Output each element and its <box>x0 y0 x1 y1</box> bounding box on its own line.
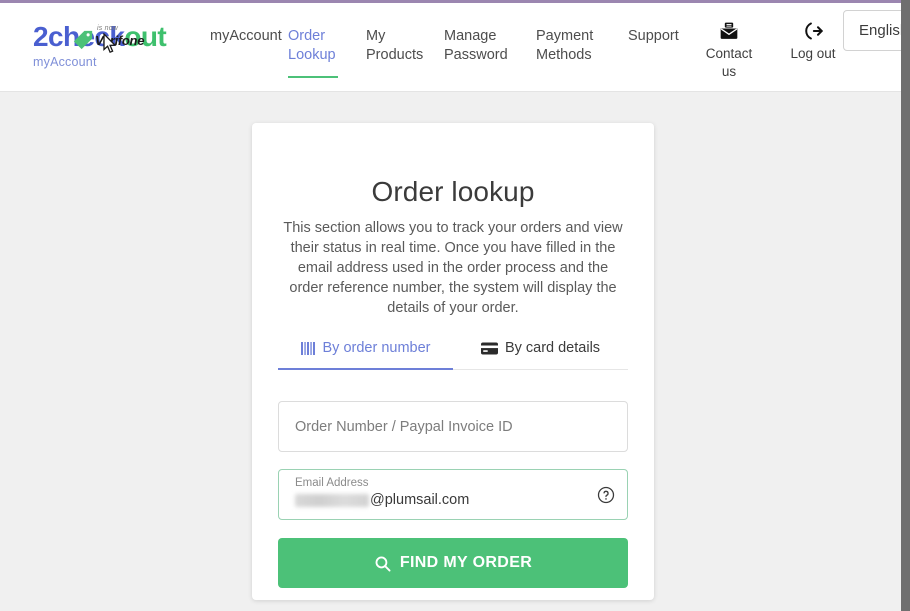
page-body: Order lookup This section allows you to … <box>0 92 901 611</box>
mail-envelope-icon <box>702 20 756 42</box>
find-my-order-button[interactable]: FIND MY ORDER <box>278 538 628 588</box>
language-select-value: English <box>859 22 901 39</box>
find-my-order-label: FIND MY ORDER <box>399 554 533 571</box>
tab-by-card-details[interactable]: By card details <box>453 340 628 369</box>
order-number-placeholder: Order Number / Paypal Invoice ID <box>295 418 513 435</box>
email-input-label: Email Address <box>295 477 369 489</box>
nav-label: Manage Password <box>444 28 508 63</box>
email-input-value: @plumsail.com <box>370 492 470 508</box>
verifone-brand-text: Verifone <box>95 33 145 48</box>
site-header: 2checkout myAccount is now Verifone myAc… <box>0 3 901 92</box>
logout-label: Log out <box>790 46 836 61</box>
logout-action[interactable]: Log out <box>786 20 840 81</box>
main-navigation: myAccount Order Lookup My Products Manag… <box>196 27 692 78</box>
nav-item-my-products[interactable]: My Products <box>352 27 430 65</box>
nav-label: myAccount <box>210 28 282 44</box>
nav-label: Payment Methods <box>536 28 594 63</box>
order-number-input[interactable]: Order Number / Paypal Invoice ID <box>278 401 628 452</box>
tab-by-order-number[interactable]: By order number <box>278 340 453 370</box>
price-tag-icon <box>73 30 93 50</box>
nav-label: Order Lookup <box>288 28 336 63</box>
window-right-edge <box>901 0 910 611</box>
tab-active-underline <box>278 368 453 370</box>
lookup-method-tabs: By order number By card details <box>278 340 628 370</box>
nav-item-payment-methods[interactable]: Payment Methods <box>522 27 614 65</box>
barcode-icon <box>300 341 315 355</box>
logout-arrow-icon <box>786 20 840 42</box>
nav-label: Support <box>628 28 679 44</box>
verifone-badge: is now Verifone <box>72 25 154 55</box>
credit-card-icon <box>480 342 498 354</box>
email-input[interactable]: Email Address @plumsail.com <box>278 469 628 520</box>
email-value-row: @plumsail.com <box>295 491 611 509</box>
tab-label: By card details <box>504 340 601 356</box>
contact-us-action[interactable]: Contact us <box>702 20 756 81</box>
contact-us-label: Contact us <box>705 46 753 79</box>
order-lookup-card: Order lookup This section allows you to … <box>252 123 654 600</box>
nav-item-manage-password[interactable]: Manage Password <box>430 27 522 65</box>
nav-item-support[interactable]: Support <box>614 27 692 46</box>
verifone-isnow-text: is now <box>97 25 119 32</box>
tab-label: By order number <box>322 340 431 356</box>
nav-active-underline <box>288 76 338 78</box>
search-magnifier-icon <box>375 556 391 572</box>
email-redacted-mask <box>295 493 369 507</box>
page-description: This section allows you to track your or… <box>283 220 623 316</box>
nav-label: My Products <box>366 28 424 63</box>
nav-item-myaccount[interactable]: myAccount <box>196 27 282 46</box>
page-title: Order lookup <box>371 176 535 207</box>
nav-item-order-lookup[interactable]: Order Lookup <box>274 27 352 78</box>
logo-subtitle: myAccount <box>33 55 97 69</box>
browser-viewport: 2checkout myAccount is now Verifone myAc… <box>0 3 901 611</box>
question-mark-circle-icon[interactable] <box>597 486 615 504</box>
language-select[interactable]: English <box>843 10 901 51</box>
header-actions: Contact us Log out <box>702 20 840 81</box>
